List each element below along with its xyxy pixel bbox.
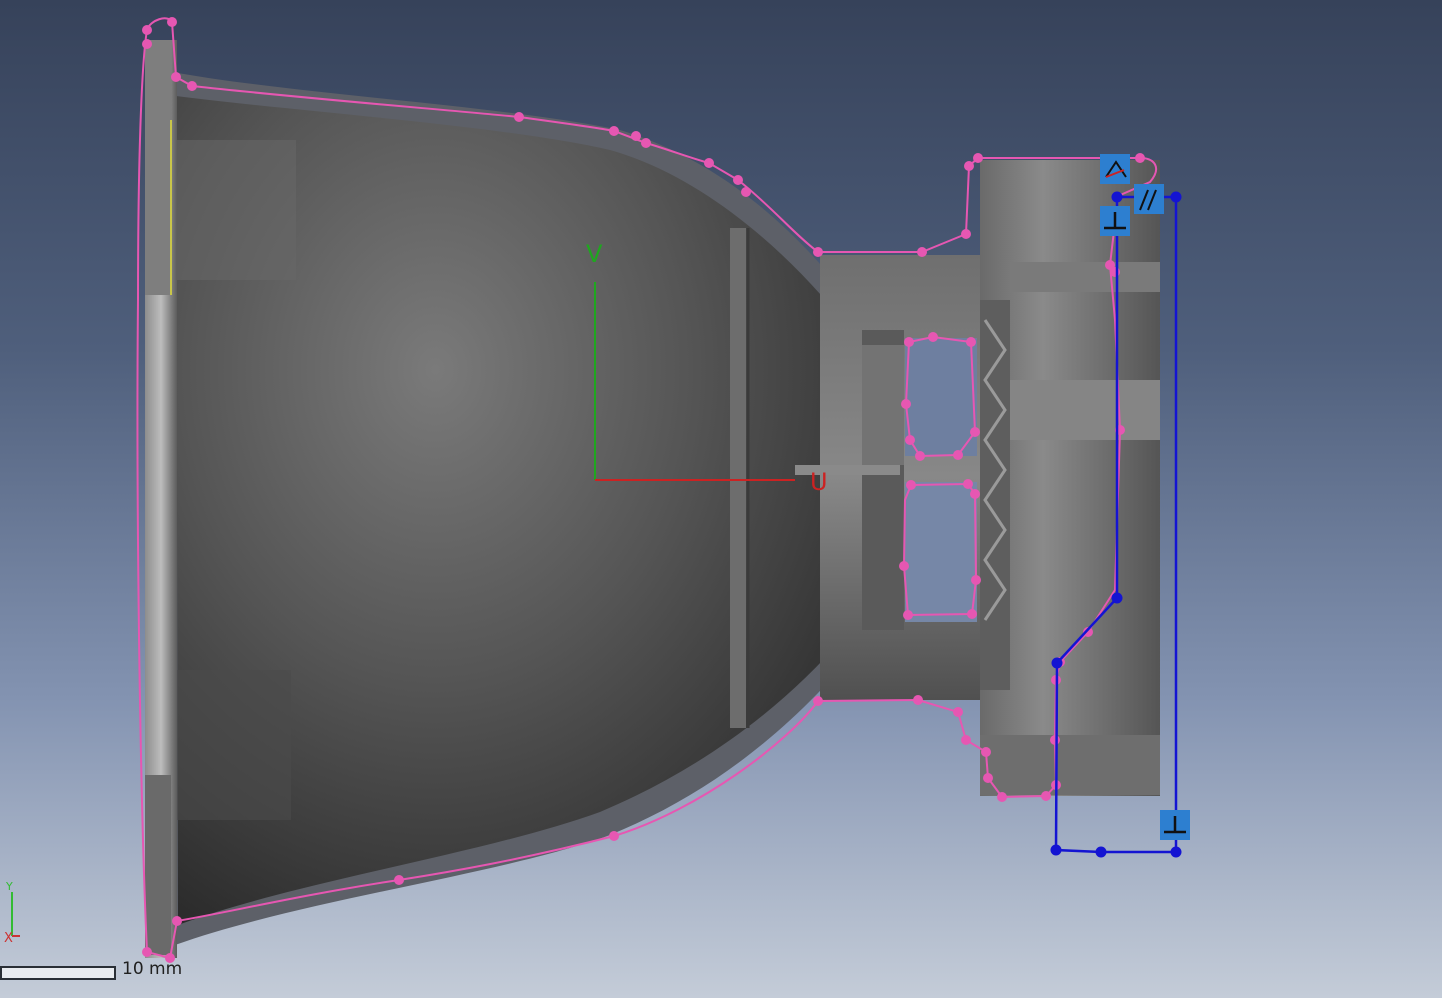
- profile-vertex[interactable]: [1110, 267, 1120, 277]
- active-sketch-vertex[interactable]: [1050, 844, 1062, 856]
- hub-mid-highlight: [1010, 380, 1160, 440]
- neck-inner-wall-highlight: [862, 345, 904, 465]
- active-sketch-vertex[interactable]: [1170, 846, 1182, 858]
- hub-serration-band: [980, 300, 1010, 690]
- profile-vertex[interactable]: [741, 187, 751, 197]
- profile-vertex[interactable]: [917, 247, 927, 257]
- angle-constraint[interactable]: [1100, 154, 1130, 184]
- parallel-constraint[interactable]: [1134, 184, 1164, 214]
- profile-vertex[interactable]: [813, 696, 823, 706]
- profile-vertex[interactable]: [981, 747, 991, 757]
- neck-slot-upper: [905, 338, 977, 456]
- profile-vertex[interactable]: [983, 773, 993, 783]
- profile-vertex[interactable]: [997, 792, 1007, 802]
- profile-vertex[interactable]: [514, 112, 524, 122]
- profile-vertex[interactable]: [609, 831, 619, 841]
- view-triad: Y X: [4, 880, 20, 946]
- active-sketch-vertex[interactable]: [1111, 191, 1123, 203]
- hub-lower-step: [980, 735, 1160, 795]
- profile-vertex[interactable]: [172, 916, 182, 926]
- profile-vertex[interactable]: [704, 158, 714, 168]
- profile-vertex[interactable]: [1041, 791, 1051, 801]
- hub-upper-step: [1010, 262, 1160, 292]
- v-axis-label: V: [586, 240, 603, 268]
- profile-vertex[interactable]: [899, 561, 909, 571]
- triad-y-label: Y: [5, 880, 13, 893]
- profile-vertex[interactable]: [961, 735, 971, 745]
- profile-vertex[interactable]: [928, 332, 938, 342]
- profile-vertex[interactable]: [813, 247, 823, 257]
- profile-vertex[interactable]: [970, 427, 980, 437]
- profile-vertex[interactable]: [901, 399, 911, 409]
- solid-model[interactable]: [145, 40, 1160, 958]
- triad-x-label: X: [4, 931, 13, 946]
- profile-vertex[interactable]: [641, 138, 651, 148]
- scale-bar-label: 10 mm: [122, 959, 183, 979]
- profile-vertex[interactable]: [142, 25, 152, 35]
- active-sketch-vertex[interactable]: [1095, 846, 1107, 858]
- profile-vertex[interactable]: [913, 695, 923, 705]
- profile-vertex[interactable]: [961, 229, 971, 239]
- active-sketch-vertex[interactable]: [1051, 657, 1063, 669]
- profile-vertex[interactable]: [142, 947, 152, 957]
- profile-vertex[interactable]: [733, 175, 743, 185]
- scale-bar: [0, 966, 116, 980]
- profile-vertex[interactable]: [953, 707, 963, 717]
- profile-vertex[interactable]: [971, 575, 981, 585]
- profile-vertex[interactable]: [394, 875, 404, 885]
- perpendicular-constraint-top[interactable]: [1100, 206, 1130, 236]
- profile-vertex[interactable]: [967, 609, 977, 619]
- bell-inner-patch-top: [176, 140, 296, 280]
- profile-vertex[interactable]: [1050, 735, 1060, 745]
- profile-vertex[interactable]: [915, 451, 925, 461]
- profile-vertex[interactable]: [1135, 153, 1145, 163]
- profile-vertex[interactable]: [966, 337, 976, 347]
- profile-vertex[interactable]: [187, 81, 197, 91]
- active-sketch-vertex[interactable]: [1111, 592, 1123, 604]
- profile-vertex[interactable]: [970, 489, 980, 499]
- profile-vertex[interactable]: [953, 450, 963, 460]
- active-sketch-vertex[interactable]: [1170, 191, 1182, 203]
- profile-vertex[interactable]: [903, 610, 913, 620]
- profile-vertex[interactable]: [167, 17, 177, 27]
- perpendicular-constraint-bottom[interactable]: [1160, 810, 1190, 840]
- profile-vertex[interactable]: [142, 39, 152, 49]
- profile-vertex[interactable]: [171, 72, 181, 82]
- profile-vertex[interactable]: [905, 435, 915, 445]
- profile-vertex[interactable]: [609, 126, 619, 136]
- profile-vertex[interactable]: [904, 337, 914, 347]
- u-axis-label: U: [810, 468, 828, 496]
- profile-vertex[interactable]: [963, 479, 973, 489]
- bell-inner-patch-bottom: [176, 670, 291, 820]
- neck-slot-lower: [905, 482, 977, 622]
- model-scene[interactable]: V U Y X: [0, 0, 1442, 998]
- profile-vertex[interactable]: [906, 480, 916, 490]
- profile-vertex[interactable]: [964, 161, 974, 171]
- rim-flange-lower: [145, 775, 171, 955]
- profile-vertex[interactable]: [973, 153, 983, 163]
- profile-vertex[interactable]: [631, 131, 641, 141]
- 3d-viewport[interactable]: V U Y X 10 mm: [0, 0, 1442, 998]
- rim-flange-upper: [145, 40, 171, 295]
